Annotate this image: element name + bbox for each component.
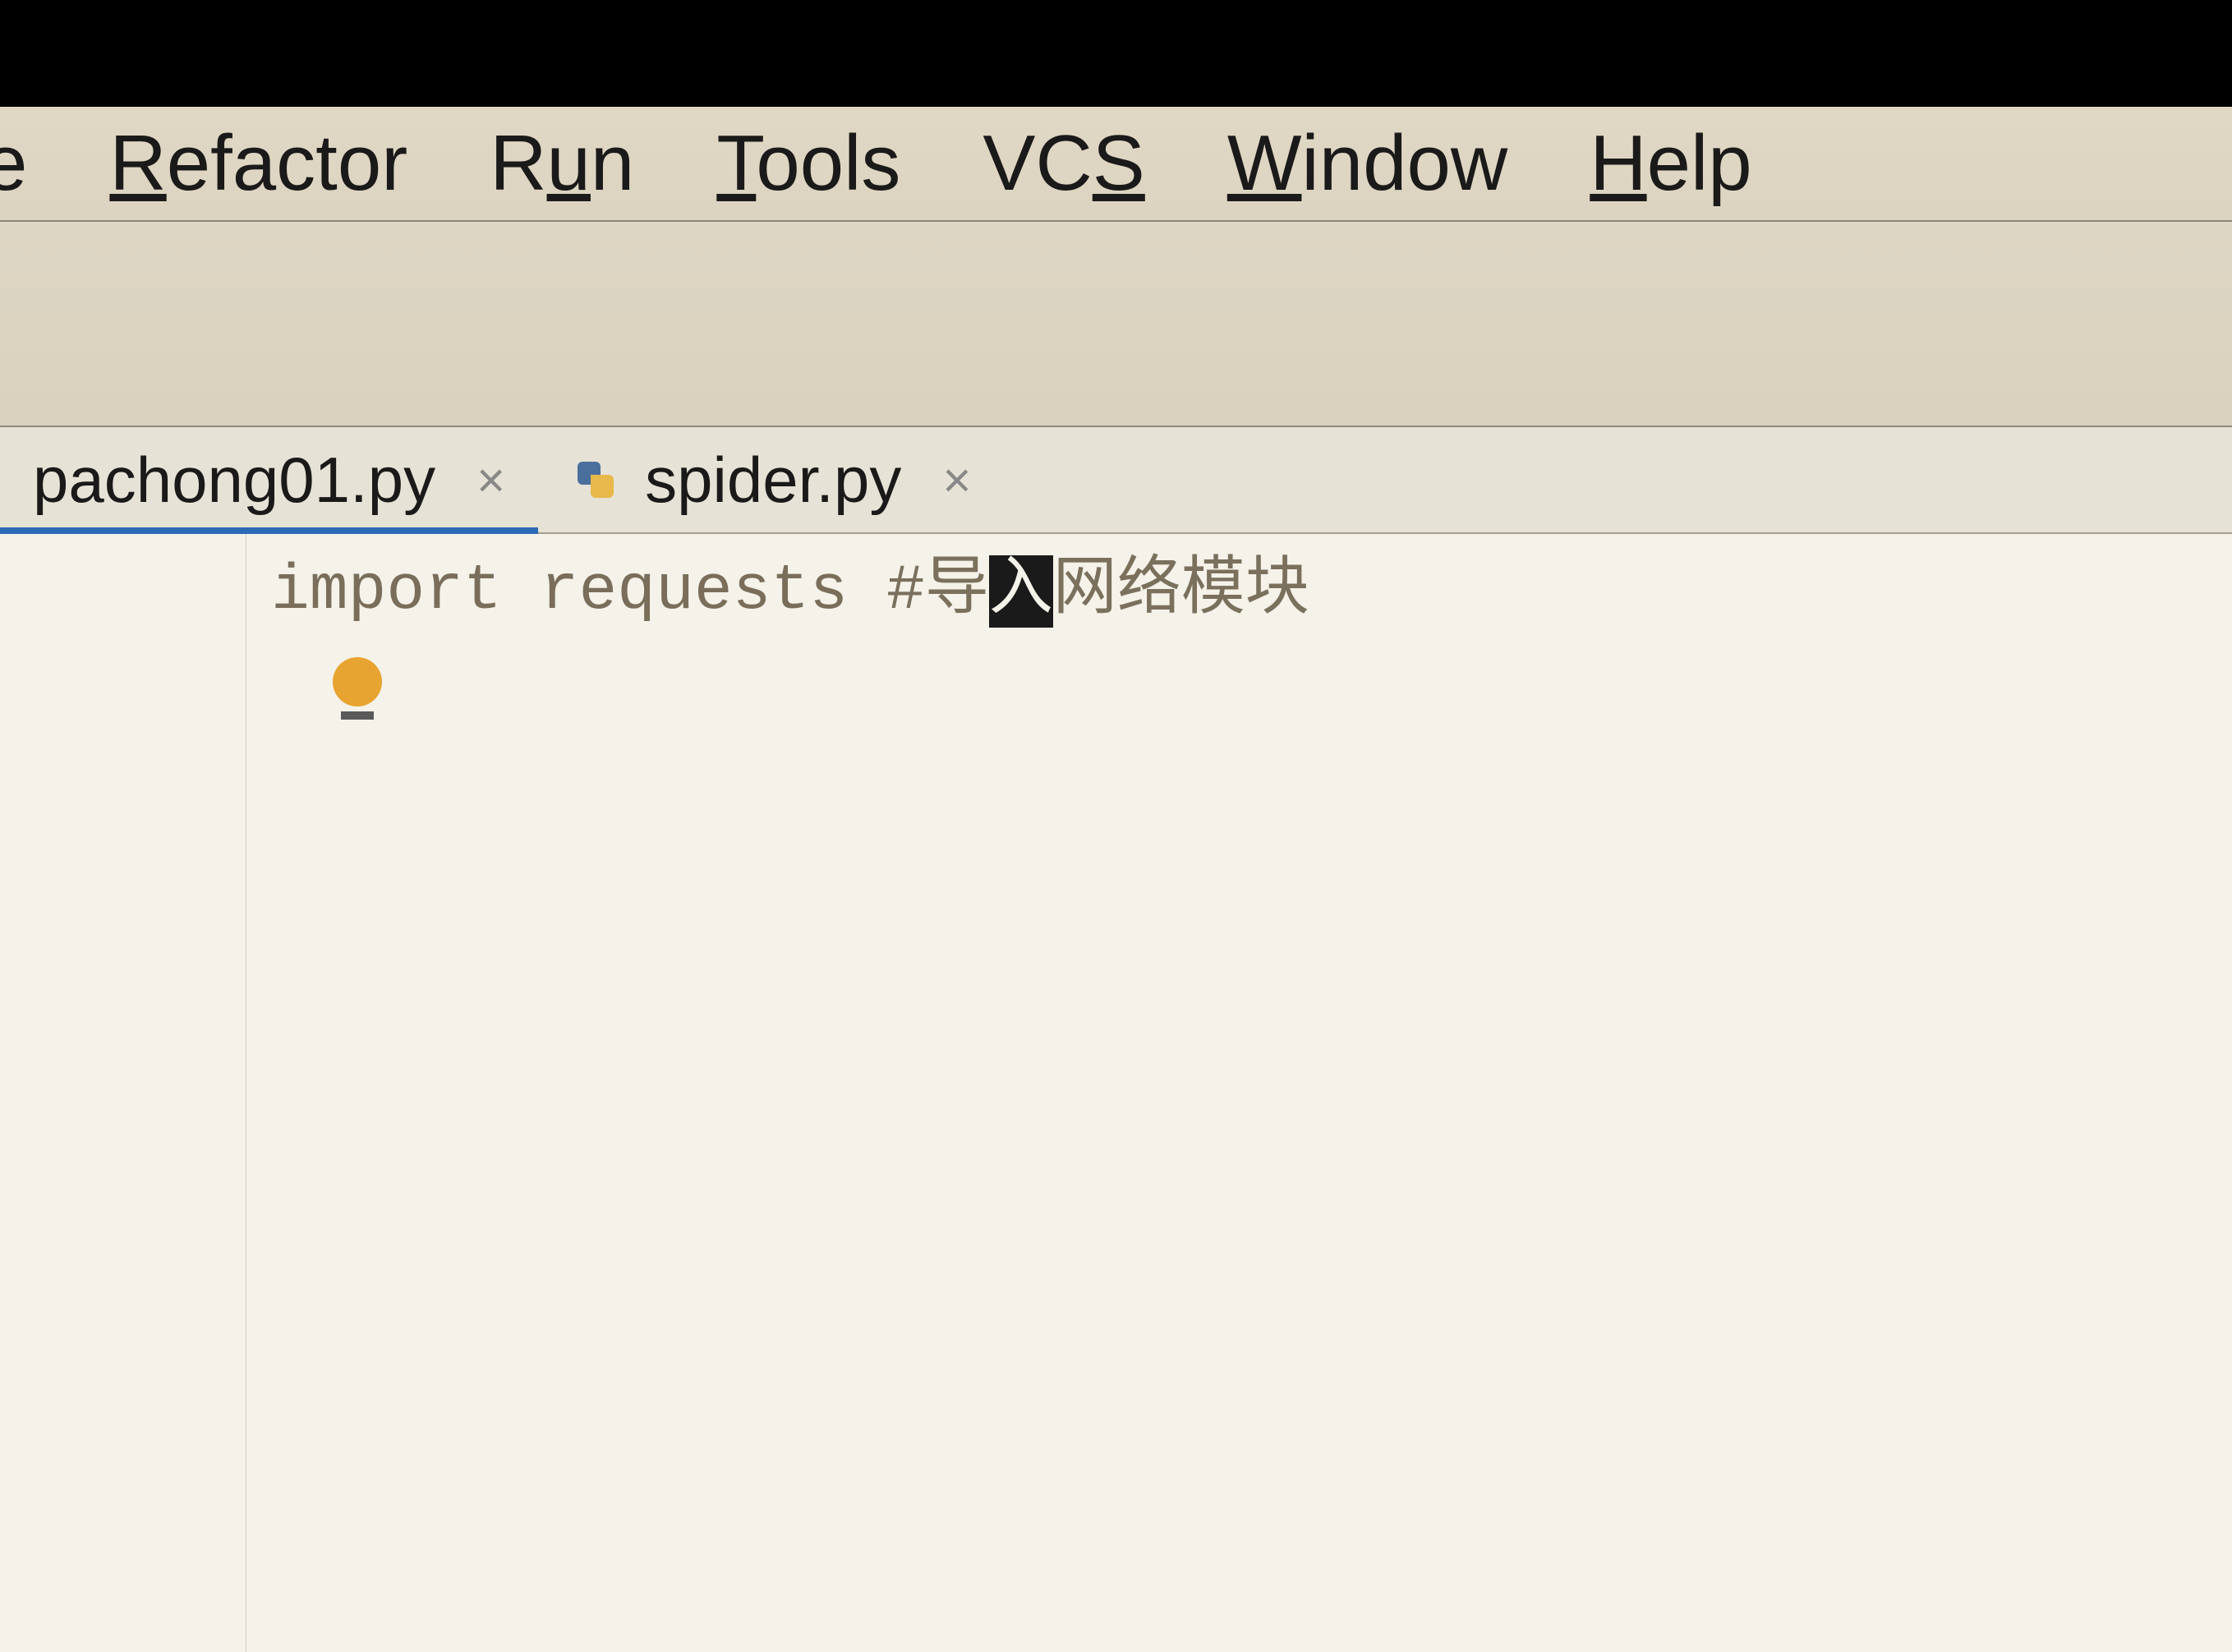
intention-bulb-icon[interactable] — [329, 657, 386, 731]
code-line-1[interactable]: import requests #导入网络模块 — [271, 550, 2207, 633]
menubar: e Refactor Run Tools VCS Window Help — [0, 107, 2232, 222]
toolbar-area — [0, 222, 2232, 427]
menu-vcs[interactable]: VCS — [983, 118, 1144, 209]
menu-tools[interactable]: Tools — [716, 118, 900, 209]
menu-item-partial[interactable]: e — [0, 118, 27, 209]
code-editor[interactable]: import requests #导入网络模块 — [0, 534, 2232, 1652]
tab-label: spider.py — [645, 443, 901, 518]
menu-window[interactable]: Window — [1227, 118, 1507, 209]
editor-tabs: pachong01.py × spider.py × — [0, 427, 2232, 534]
keyword-import: import — [271, 555, 502, 628]
python-file-icon — [571, 455, 620, 504]
close-tab-icon[interactable]: × — [460, 452, 505, 508]
editor-gutter[interactable] — [0, 534, 246, 1652]
tab-spider[interactable]: spider.py × — [538, 427, 1004, 532]
menu-help[interactable]: Help — [1590, 118, 1751, 209]
tab-label: pachong01.py — [33, 443, 435, 518]
close-tab-icon[interactable]: × — [926, 452, 971, 508]
code-content[interactable]: import requests #导入网络模块 — [246, 534, 2232, 1652]
tab-pachong01[interactable]: pachong01.py × — [0, 427, 538, 532]
code-comment: #导入网络模块 — [886, 555, 1309, 628]
text-cursor: 入 — [989, 555, 1053, 628]
ide-window: e Refactor Run Tools VCS Window Help pac… — [0, 107, 2232, 1652]
module-name: requests — [541, 555, 848, 628]
menu-refactor[interactable]: Refactor — [109, 118, 407, 209]
menu-run[interactable]: Run — [490, 118, 634, 209]
